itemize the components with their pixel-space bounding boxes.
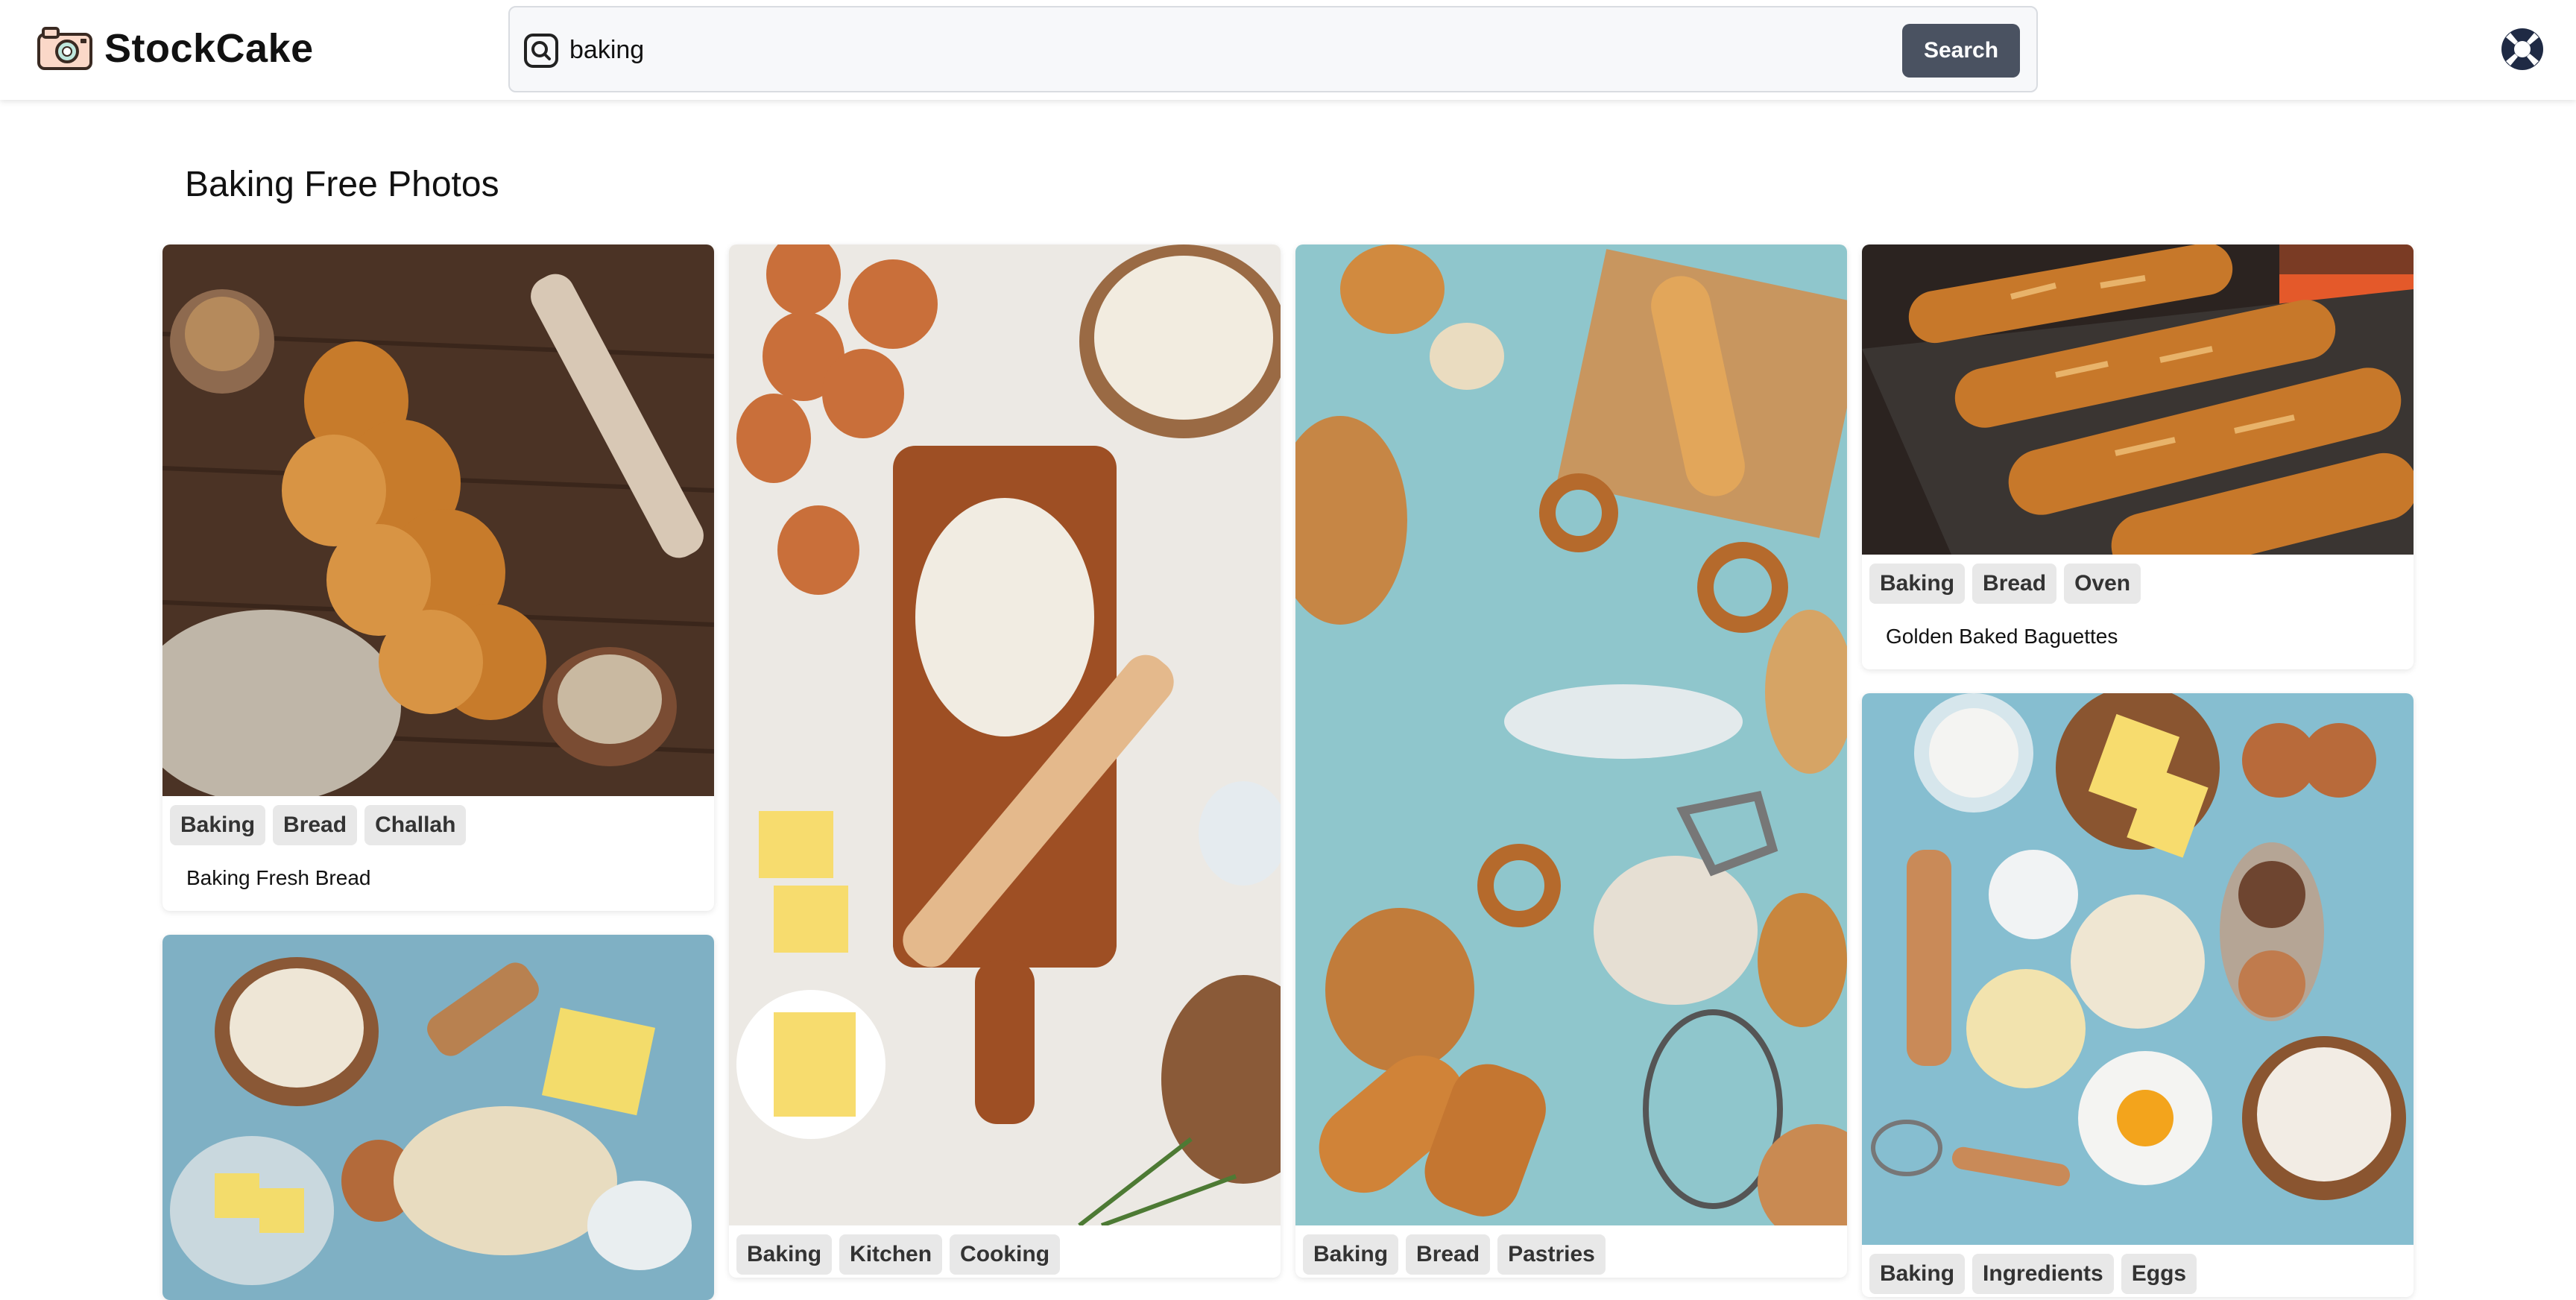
tag[interactable]: Oven (2064, 564, 2141, 604)
photo-caption[interactable]: Golden Baked Baguettes (1862, 607, 2414, 669)
tag[interactable]: Kitchen (839, 1234, 943, 1275)
camera-logo-icon (37, 27, 92, 70)
photo-thumbnail[interactable] (1295, 244, 1847, 1225)
photo-caption[interactable]: Baking Fresh Bread (162, 848, 714, 911)
photo-card[interactable]: Baking Ingredients Eggs (1862, 693, 2414, 1297)
photo-thumbnail[interactable] (729, 244, 1281, 1225)
logo-link[interactable]: StockCake (36, 24, 314, 73)
tag[interactable]: Eggs (2121, 1254, 2197, 1294)
photo-thumbnail[interactable] (162, 935, 714, 1300)
photo-thumbnail[interactable] (1862, 244, 2414, 555)
tag[interactable]: Cooking (950, 1234, 1061, 1275)
tag[interactable]: Ingredients (1972, 1254, 2114, 1294)
photo-thumbnail[interactable] (1862, 693, 2414, 1245)
tag[interactable]: Bread (1406, 1234, 1491, 1275)
search-icon (524, 34, 558, 68)
tag-list: Baking Bread Challah (162, 796, 714, 848)
lifebuoy-help-icon[interactable] (2500, 27, 2545, 72)
photo-card[interactable]: Baking Kitchen Cooking (729, 244, 1281, 1278)
photo-card[interactable]: Baking Bread Challah Baking Fresh Bread (162, 244, 714, 911)
tag[interactable]: Bread (1972, 564, 2057, 604)
tag[interactable]: Baking (170, 805, 266, 845)
tag-list: Baking Bread Pastries (1295, 1225, 1847, 1278)
tag-list: Baking Ingredients Eggs (1862, 1245, 2414, 1297)
tag-list: Baking Bread Oven (1862, 555, 2414, 607)
tag[interactable]: Bread (273, 805, 358, 845)
top-header: StockCake Search (0, 0, 2576, 100)
tag[interactable]: Pastries (1497, 1234, 1606, 1275)
tag[interactable]: Baking (736, 1234, 833, 1275)
search-bar: Search (508, 6, 2038, 92)
tag-list: Baking Kitchen Cooking (729, 1225, 1281, 1278)
page-title: Baking Free Photos (185, 165, 499, 204)
tag[interactable]: Baking (1869, 564, 1966, 604)
tag[interactable]: Baking (1303, 1234, 1399, 1275)
photo-card[interactable] (162, 935, 714, 1300)
photo-card[interactable]: Baking Bread Pastries (1295, 244, 1847, 1278)
search-button[interactable]: Search (1902, 24, 2020, 78)
search-input[interactable] (569, 22, 1643, 78)
app-name: StockCake (104, 26, 314, 71)
photo-thumbnail[interactable] (162, 244, 714, 796)
tag[interactable]: Challah (364, 805, 467, 845)
tag[interactable]: Baking (1869, 1254, 1966, 1294)
photo-card[interactable]: Baking Bread Oven Golden Baked Baguettes (1862, 244, 2414, 669)
